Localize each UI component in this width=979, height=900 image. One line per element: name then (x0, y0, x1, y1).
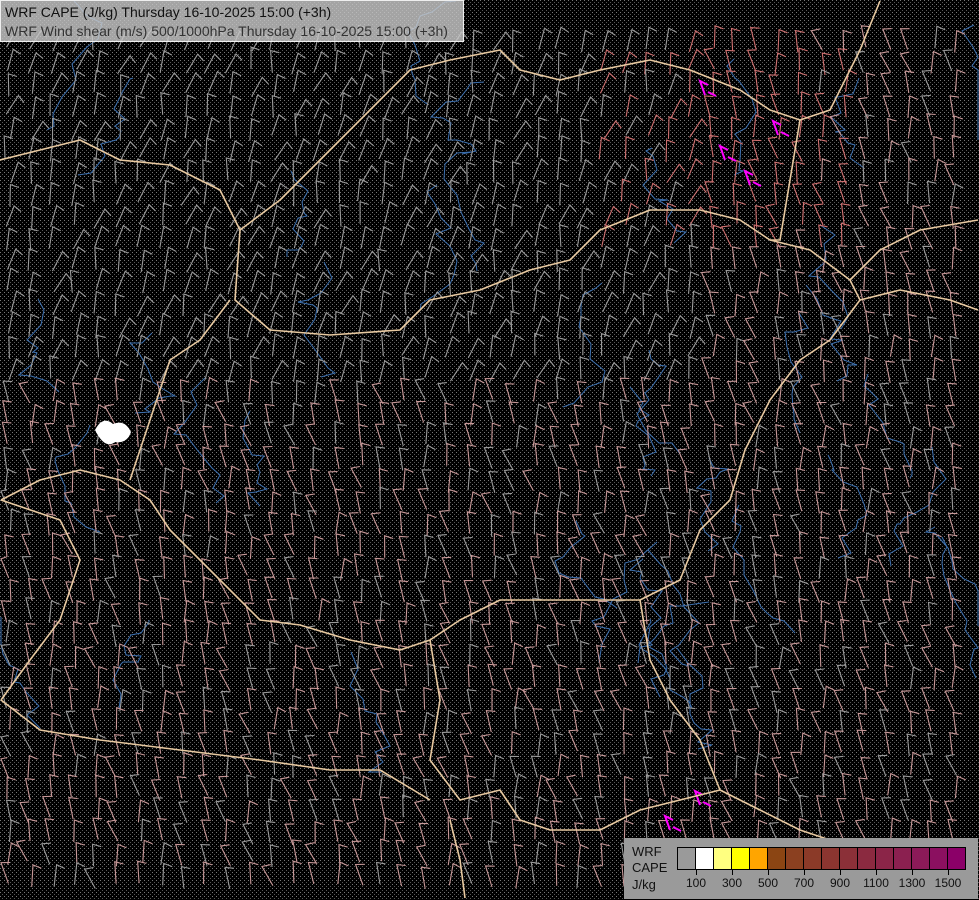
weather-map (0, 0, 979, 900)
legend-swatch (714, 848, 732, 869)
cape-title: WRF CAPE (J/kg) Thursday 16-10-2025 15:0… (5, 4, 332, 20)
map-title-box: WRF CAPE (J/kg) Thursday 16-10-2025 15:0… (0, 0, 464, 42)
wind-shear-title: WRF Wind shear (m/s) 500/1000hPa Thursda… (5, 23, 448, 39)
legend-tick-label: 1300 (898, 876, 926, 890)
legend-tick-label: 300 (721, 876, 743, 890)
legend-tick-label: 100 (685, 876, 707, 890)
legend-label-variable: CAPE (632, 860, 668, 875)
legend-label-unit: J/kg (632, 877, 656, 892)
legend-tick (732, 869, 733, 875)
legend-tick-label: 500 (757, 876, 779, 890)
legend-tick-label: 700 (793, 876, 815, 890)
legend-swatch (768, 848, 786, 869)
legend-tick (696, 869, 697, 875)
legend-tick-label: 1500 (934, 876, 962, 890)
legend-tick (840, 869, 841, 875)
legend-tick (912, 869, 913, 875)
legend-tick-label: 900 (829, 876, 851, 890)
legend-swatch (858, 848, 876, 869)
legend-label-model: WRF (632, 844, 662, 859)
legend-swatch (750, 848, 768, 869)
legend-tick (948, 869, 949, 875)
legend-swatch (696, 848, 714, 869)
legend-swatch (894, 848, 912, 869)
legend-tick-label: 1100 (863, 876, 889, 890)
legend-swatch (786, 848, 804, 869)
legend-swatch (840, 848, 858, 869)
legend-swatch (948, 848, 965, 869)
legend-swatch (822, 848, 840, 869)
legend-color-scale (677, 847, 966, 870)
legend-tick (876, 869, 877, 875)
legend-tick (804, 869, 805, 875)
cape-legend: WRF CAPE J/kg 100 300 500 700 900 1100 1300 150… (624, 838, 978, 899)
legend-swatch (678, 848, 696, 869)
legend-tick (768, 869, 769, 875)
legend-swatch (804, 848, 822, 869)
legend-swatch (876, 848, 894, 869)
legend-swatch (930, 848, 948, 869)
legend-swatch (912, 848, 930, 869)
legend-swatch (732, 848, 750, 869)
